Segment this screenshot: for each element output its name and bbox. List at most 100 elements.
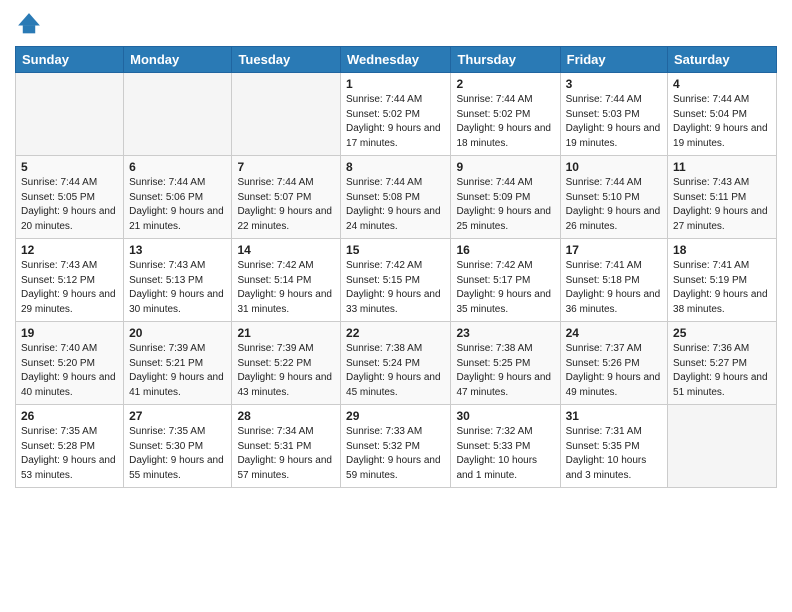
day-number: 24 xyxy=(566,326,662,340)
day-number: 13 xyxy=(129,243,226,257)
calendar-cell xyxy=(668,405,777,488)
calendar-day-header: Wednesday xyxy=(341,47,451,73)
day-number: 11 xyxy=(673,160,771,174)
day-info: Sunrise: 7:44 AMSunset: 5:06 PMDaylight:… xyxy=(129,176,226,234)
day-number: 22 xyxy=(346,326,445,340)
day-number: 17 xyxy=(566,243,662,257)
day-info: Sunrise: 7:35 AMSunset: 5:30 PMDaylight:… xyxy=(129,425,226,483)
day-info: Sunrise: 7:39 AMSunset: 5:22 PMDaylight:… xyxy=(237,342,335,400)
day-info: Sunrise: 7:42 AMSunset: 5:15 PMDaylight:… xyxy=(346,259,445,317)
day-info: Sunrise: 7:36 AMSunset: 5:27 PMDaylight:… xyxy=(673,342,771,400)
day-info: Sunrise: 7:35 AMSunset: 5:28 PMDaylight:… xyxy=(21,425,118,483)
calendar: SundayMondayTuesdayWednesdayThursdayFrid… xyxy=(15,46,777,488)
calendar-cell: 10 Sunrise: 7:44 AMSunset: 5:10 PMDayligh… xyxy=(560,156,667,239)
day-number: 25 xyxy=(673,326,771,340)
day-info: Sunrise: 7:31 AMSunset: 5:35 PMDaylight:… xyxy=(566,425,662,483)
calendar-cell: 17 Sunrise: 7:41 AMSunset: 5:18 PMDayligh… xyxy=(560,239,667,322)
day-info: Sunrise: 7:43 AMSunset: 5:13 PMDaylight:… xyxy=(129,259,226,317)
calendar-week-row: 26 Sunrise: 7:35 AMSunset: 5:28 PMDayligh… xyxy=(16,405,777,488)
calendar-cell: 11 Sunrise: 7:43 AMSunset: 5:11 PMDayligh… xyxy=(668,156,777,239)
calendar-cell: 25 Sunrise: 7:36 AMSunset: 5:27 PMDayligh… xyxy=(668,322,777,405)
calendar-cell: 26 Sunrise: 7:35 AMSunset: 5:28 PMDayligh… xyxy=(16,405,124,488)
day-info: Sunrise: 7:41 AMSunset: 5:18 PMDaylight:… xyxy=(566,259,662,317)
calendar-day-header: Saturday xyxy=(668,47,777,73)
calendar-cell: 3 Sunrise: 7:44 AMSunset: 5:03 PMDaylight… xyxy=(560,73,667,156)
day-number: 10 xyxy=(566,160,662,174)
logo-icon xyxy=(15,10,43,38)
calendar-cell: 13 Sunrise: 7:43 AMSunset: 5:13 PMDayligh… xyxy=(124,239,232,322)
day-number: 6 xyxy=(129,160,226,174)
calendar-day-header: Friday xyxy=(560,47,667,73)
day-info: Sunrise: 7:44 AMSunset: 5:04 PMDaylight:… xyxy=(673,93,771,151)
day-info: Sunrise: 7:33 AMSunset: 5:32 PMDaylight:… xyxy=(346,425,445,483)
calendar-cell: 16 Sunrise: 7:42 AMSunset: 5:17 PMDayligh… xyxy=(451,239,560,322)
day-info: Sunrise: 7:34 AMSunset: 5:31 PMDaylight:… xyxy=(237,425,335,483)
calendar-cell: 6 Sunrise: 7:44 AMSunset: 5:06 PMDaylight… xyxy=(124,156,232,239)
day-info: Sunrise: 7:44 AMSunset: 5:07 PMDaylight:… xyxy=(237,176,335,234)
calendar-week-row: 1 Sunrise: 7:44 AMSunset: 5:02 PMDaylight… xyxy=(16,73,777,156)
day-number: 9 xyxy=(456,160,554,174)
day-info: Sunrise: 7:42 AMSunset: 5:14 PMDaylight:… xyxy=(237,259,335,317)
day-info: Sunrise: 7:41 AMSunset: 5:19 PMDaylight:… xyxy=(673,259,771,317)
calendar-cell: 12 Sunrise: 7:43 AMSunset: 5:12 PMDayligh… xyxy=(16,239,124,322)
day-number: 12 xyxy=(21,243,118,257)
calendar-cell: 29 Sunrise: 7:33 AMSunset: 5:32 PMDayligh… xyxy=(341,405,451,488)
day-info: Sunrise: 7:39 AMSunset: 5:21 PMDaylight:… xyxy=(129,342,226,400)
calendar-cell: 21 Sunrise: 7:39 AMSunset: 5:22 PMDayligh… xyxy=(232,322,341,405)
calendar-cell: 18 Sunrise: 7:41 AMSunset: 5:19 PMDayligh… xyxy=(668,239,777,322)
day-number: 23 xyxy=(456,326,554,340)
calendar-cell: 15 Sunrise: 7:42 AMSunset: 5:15 PMDayligh… xyxy=(341,239,451,322)
calendar-day-header: Tuesday xyxy=(232,47,341,73)
day-number: 18 xyxy=(673,243,771,257)
calendar-day-header: Thursday xyxy=(451,47,560,73)
day-number: 29 xyxy=(346,409,445,423)
calendar-cell: 28Sunrise: 7:34 AMSunset: 5:31 PMDayligh… xyxy=(232,405,341,488)
calendar-cell: 14 Sunrise: 7:42 AMSunset: 5:14 PMDayligh… xyxy=(232,239,341,322)
day-number: 31 xyxy=(566,409,662,423)
day-number: 14 xyxy=(237,243,335,257)
day-info: Sunrise: 7:43 AMSunset: 5:12 PMDaylight:… xyxy=(21,259,118,317)
day-info: Sunrise: 7:32 AMSunset: 5:33 PMDaylight:… xyxy=(456,425,554,483)
day-number: 30 xyxy=(456,409,554,423)
calendar-week-row: 19 Sunrise: 7:40 AMSunset: 5:20 PMDayligh… xyxy=(16,322,777,405)
day-number: 15 xyxy=(346,243,445,257)
day-info: Sunrise: 7:44 AMSunset: 5:10 PMDaylight:… xyxy=(566,176,662,234)
day-info: Sunrise: 7:42 AMSunset: 5:17 PMDaylight:… xyxy=(456,259,554,317)
calendar-cell: 2Sunrise: 7:44 AMSunset: 5:02 PMDaylight… xyxy=(451,73,560,156)
day-number: 26 xyxy=(21,409,118,423)
day-number: 5 xyxy=(21,160,118,174)
calendar-cell: 27Sunrise: 7:35 AMSunset: 5:30 PMDayligh… xyxy=(124,405,232,488)
day-number: 4 xyxy=(673,77,771,91)
calendar-day-header: Sunday xyxy=(16,47,124,73)
day-info: Sunrise: 7:44 AMSunset: 5:02 PMDaylight:… xyxy=(346,93,445,151)
calendar-cell: 8 Sunrise: 7:44 AMSunset: 5:08 PMDaylight… xyxy=(341,156,451,239)
calendar-cell: 19 Sunrise: 7:40 AMSunset: 5:20 PMDayligh… xyxy=(16,322,124,405)
day-info: Sunrise: 7:44 AMSunset: 5:03 PMDaylight:… xyxy=(566,93,662,151)
day-number: 16 xyxy=(456,243,554,257)
calendar-cell: 5 Sunrise: 7:44 AMSunset: 5:05 PMDaylight… xyxy=(16,156,124,239)
day-number: 19 xyxy=(21,326,118,340)
calendar-cell: 24Sunrise: 7:37 AMSunset: 5:26 PMDayligh… xyxy=(560,322,667,405)
calendar-cell xyxy=(124,73,232,156)
calendar-week-row: 5 Sunrise: 7:44 AMSunset: 5:05 PMDaylight… xyxy=(16,156,777,239)
day-number: 21 xyxy=(237,326,335,340)
calendar-cell: 20Sunrise: 7:39 AMSunset: 5:21 PMDayligh… xyxy=(124,322,232,405)
calendar-week-row: 12 Sunrise: 7:43 AMSunset: 5:12 PMDayligh… xyxy=(16,239,777,322)
day-number: 1 xyxy=(346,77,445,91)
page: SundayMondayTuesdayWednesdayThursdayFrid… xyxy=(0,0,792,498)
day-info: Sunrise: 7:43 AMSunset: 5:11 PMDaylight:… xyxy=(673,176,771,234)
day-info: Sunrise: 7:38 AMSunset: 5:25 PMDaylight:… xyxy=(456,342,554,400)
calendar-cell: 7Sunrise: 7:44 AMSunset: 5:07 PMDaylight… xyxy=(232,156,341,239)
day-info: Sunrise: 7:40 AMSunset: 5:20 PMDaylight:… xyxy=(21,342,118,400)
calendar-cell: 9Sunrise: 7:44 AMSunset: 5:09 PMDaylight… xyxy=(451,156,560,239)
day-number: 2 xyxy=(456,77,554,91)
calendar-cell: 31 Sunrise: 7:31 AMSunset: 5:35 PMDayligh… xyxy=(560,405,667,488)
calendar-cell xyxy=(232,73,341,156)
day-info: Sunrise: 7:38 AMSunset: 5:24 PMDaylight:… xyxy=(346,342,445,400)
day-number: 3 xyxy=(566,77,662,91)
calendar-cell: 22 Sunrise: 7:38 AMSunset: 5:24 PMDayligh… xyxy=(341,322,451,405)
day-number: 8 xyxy=(346,160,445,174)
day-info: Sunrise: 7:44 AMSunset: 5:05 PMDaylight:… xyxy=(21,176,118,234)
calendar-cell: 30 Sunrise: 7:32 AMSunset: 5:33 PMDayligh… xyxy=(451,405,560,488)
day-info: Sunrise: 7:44 AMSunset: 5:08 PMDaylight:… xyxy=(346,176,445,234)
